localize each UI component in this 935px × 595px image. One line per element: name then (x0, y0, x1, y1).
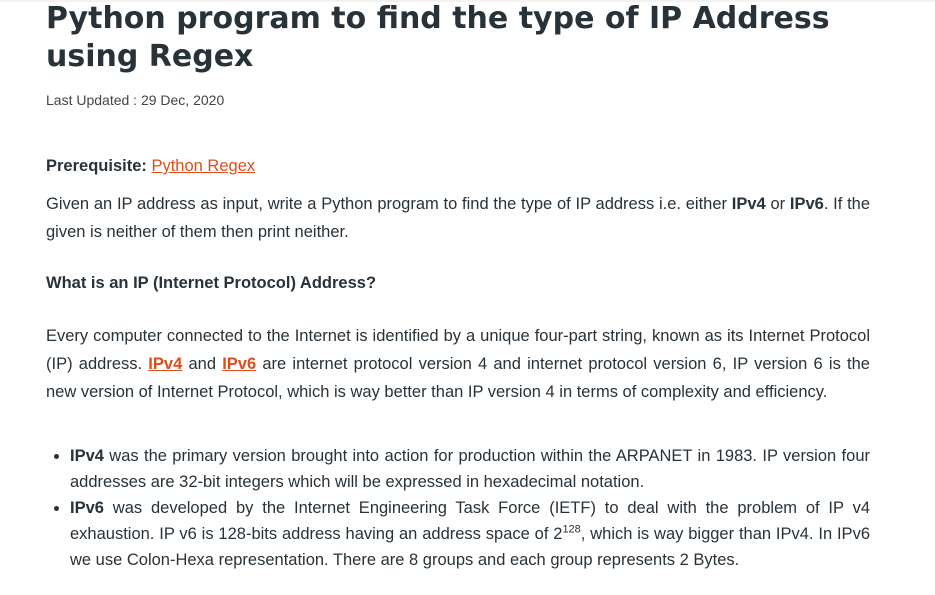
explain-text-2: and (182, 355, 223, 373)
explain-paragraph: Every computer connected to the Internet… (46, 322, 870, 406)
list-item: IPv6 was developed by the Internet Engin… (70, 495, 870, 573)
bullet-ipv4-bold: IPv4 (70, 447, 104, 465)
intro-paragraph: Given an IP address as input, write a Py… (46, 190, 870, 246)
ipv4-link[interactable]: IPv4 (148, 355, 182, 373)
intro-ipv6-bold: IPv6 (789, 195, 824, 213)
intro-text-2: or (765, 195, 790, 213)
bullet-ipv6-bold: IPv6 (70, 499, 104, 517)
list-item: IPv4 was the primary version brought int… (70, 443, 870, 495)
prerequisite-label: Prerequisite: (46, 157, 147, 175)
page-title: Python program to find the type of IP Ad… (46, 1, 830, 74)
ip-version-list: IPv4 was the primary version brought int… (46, 443, 870, 573)
ipv6-link[interactable]: IPv6 (222, 355, 256, 373)
last-updated: Last Updated : 29 Dec, 2020 (46, 92, 225, 108)
exponent: 128 (562, 523, 581, 536)
python-regex-link[interactable]: Python Regex (151, 157, 255, 175)
prerequisite-line: Prerequisite: Python Regex (46, 155, 255, 177)
intro-ipv4-bold: IPv4 (731, 195, 766, 213)
bullet-ipv4-text: was the primary version brought into act… (70, 447, 870, 491)
intro-text-1: Given an IP address as input, write a Py… (46, 195, 732, 213)
section-heading: What is an IP (Internet Protocol) Addres… (46, 274, 377, 292)
